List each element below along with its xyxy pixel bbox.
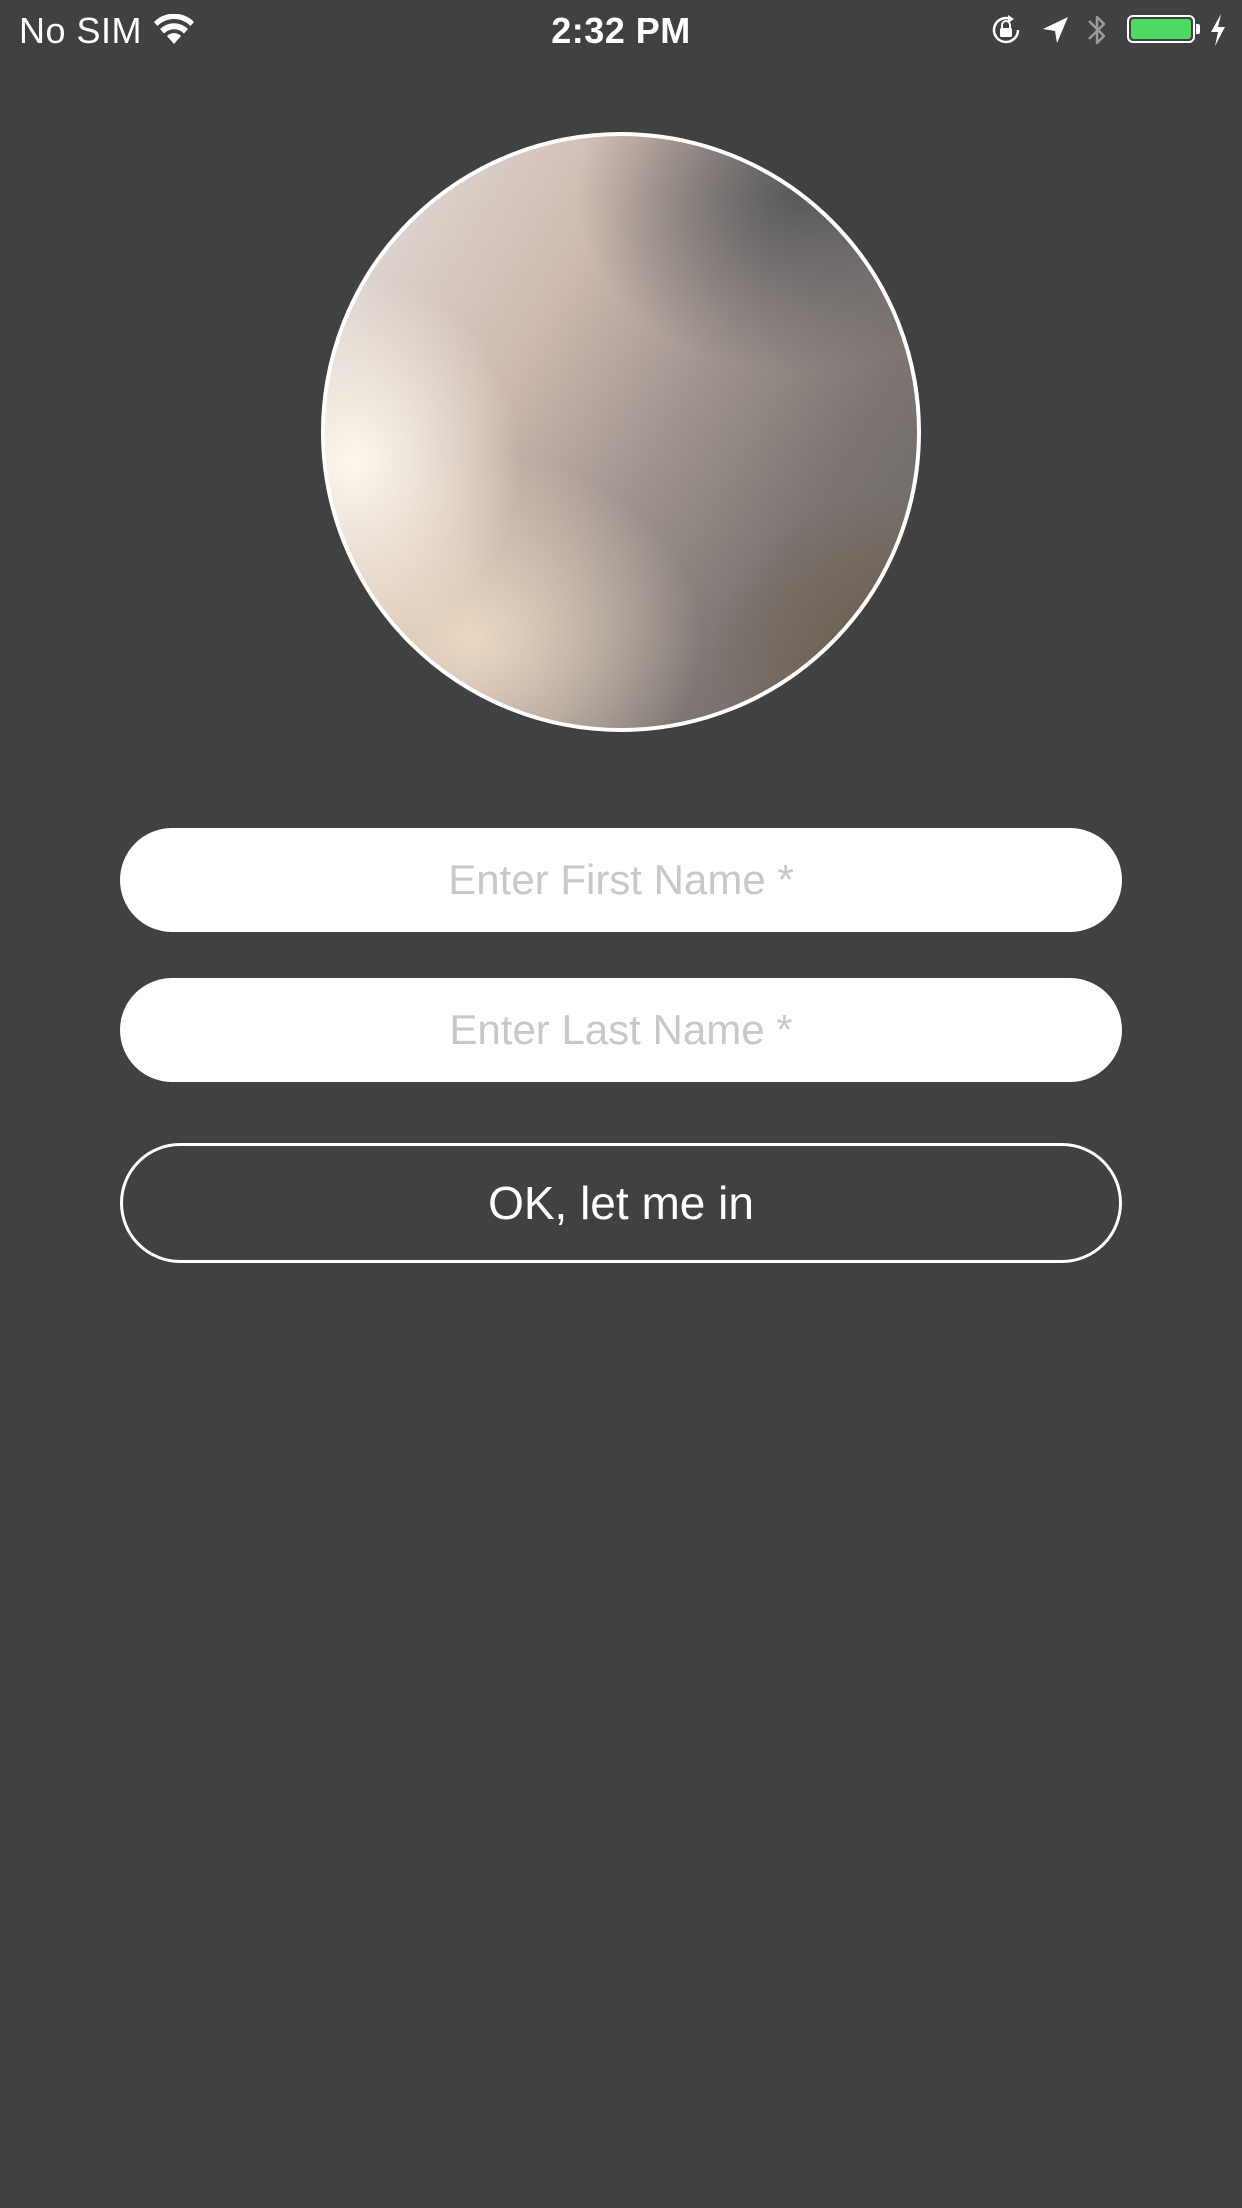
location-icon (1043, 17, 1068, 43)
charging-bolt-icon (1211, 14, 1225, 46)
last-name-field[interactable] (120, 978, 1122, 1082)
profile-avatar[interactable] (321, 132, 921, 732)
status-bar: No SIM 2:32 PM (0, 0, 1242, 62)
battery-icon (1127, 15, 1195, 43)
battery-tip (1196, 24, 1200, 34)
battery-level-fill (1131, 19, 1191, 39)
bluetooth-icon (1088, 15, 1106, 45)
orientation-lock-icon (992, 15, 1020, 44)
login-screen: No SIM 2:32 PM OK, let me in (0, 0, 1242, 2208)
submit-button[interactable]: OK, let me in (120, 1143, 1122, 1263)
first-name-field[interactable] (120, 828, 1122, 932)
